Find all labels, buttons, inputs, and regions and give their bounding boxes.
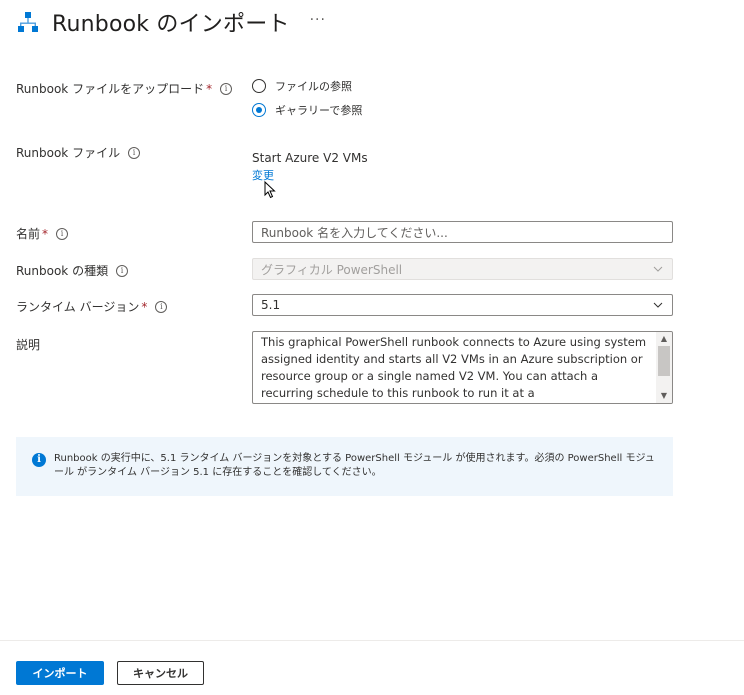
- description-text: This graphical PowerShell runbook connec…: [261, 335, 647, 400]
- upload-label: Runbook ファイルをアップロード: [16, 82, 205, 96]
- info-circle-icon: i: [32, 453, 46, 467]
- radio-button-selected[interactable]: [252, 103, 266, 117]
- page-header: Runbook のインポート ···: [16, 6, 326, 38]
- more-options-icon[interactable]: ···: [310, 12, 326, 28]
- required-marker: *: [42, 226, 49, 241]
- info-icon[interactable]: i: [155, 300, 168, 313]
- file-label-row: Runbook ファイル i: [16, 144, 141, 161]
- required-marker: *: [206, 81, 213, 96]
- runtime-label-row: ランタイム バージョン * i: [16, 298, 168, 315]
- name-placeholder: Runbook 名を入力してください...: [261, 225, 448, 240]
- name-label: 名前: [16, 227, 41, 241]
- radio-label: ファイルの参照: [275, 80, 352, 93]
- name-label-row: 名前 * i: [16, 225, 69, 242]
- runbook-type-select: グラフィカル PowerShell: [252, 258, 673, 280]
- info-icon[interactable]: i: [116, 264, 129, 277]
- runtime-value: 5.1: [261, 298, 281, 312]
- mouse-cursor-icon: [264, 181, 276, 199]
- radio-button[interactable]: [252, 79, 266, 93]
- runbook-name-input[interactable]: Runbook 名を入力してください...: [252, 221, 673, 243]
- radio-browse-gallery[interactable]: ギャラリーで参照: [252, 102, 362, 118]
- info-message-bar: i Runbook の実行中に、5.1 ランタイム バージョンを対象とする Po…: [16, 437, 673, 496]
- type-label-row: Runbook の種類 i: [16, 262, 129, 279]
- type-label: Runbook の種類: [16, 264, 109, 278]
- description-textarea[interactable]: This graphical PowerShell runbook connec…: [252, 331, 673, 404]
- selected-file-name: Start Azure V2 VMs: [252, 151, 368, 165]
- info-icon[interactable]: i: [220, 82, 233, 95]
- type-value: グラフィカル PowerShell: [261, 262, 403, 277]
- footer-divider: [0, 640, 744, 641]
- runbook-hierarchy-icon: [18, 12, 38, 32]
- scrollbar[interactable]: ▲ ▼: [656, 332, 672, 403]
- page-title: Runbook のインポート: [52, 12, 290, 37]
- scroll-down-icon[interactable]: ▼: [659, 391, 669, 401]
- radio-browse-file[interactable]: ファイルの参照: [252, 78, 352, 94]
- import-button[interactable]: インポート: [16, 661, 104, 685]
- scrollbar-thumb[interactable]: [658, 346, 670, 376]
- file-label: Runbook ファイル: [16, 146, 121, 160]
- scroll-up-icon[interactable]: ▲: [659, 334, 669, 344]
- runtime-version-select[interactable]: 5.1: [252, 294, 673, 316]
- chevron-down-icon: [653, 266, 663, 272]
- cancel-button[interactable]: キャンセル: [117, 661, 204, 685]
- info-icon[interactable]: i: [56, 227, 69, 240]
- info-message-text: Runbook の実行中に、5.1 ランタイム バージョンを対象とする Powe…: [54, 453, 655, 478]
- description-label: 説明: [16, 338, 41, 352]
- info-icon[interactable]: i: [128, 146, 141, 159]
- radio-label: ギャラリーで参照: [275, 104, 363, 117]
- chevron-down-icon: [653, 302, 663, 308]
- upload-label-row: Runbook ファイルをアップロード * i: [16, 80, 233, 97]
- description-label-row: 説明: [16, 336, 40, 353]
- runtime-label: ランタイム バージョン: [16, 300, 140, 314]
- required-marker: *: [141, 299, 148, 314]
